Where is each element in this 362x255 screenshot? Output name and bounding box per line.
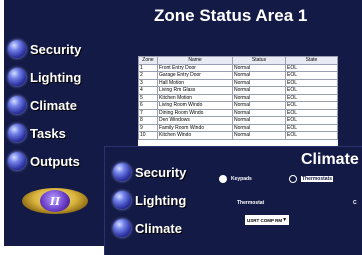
table-row[interactable]: 10 Kitchen Windo Normal EOL bbox=[138, 131, 338, 140]
chevron-down-icon: ▼ bbox=[282, 217, 288, 223]
orb-icon bbox=[113, 163, 131, 181]
table-cell: Normal bbox=[232, 101, 286, 110]
radio-keypads[interactable]: Keypads bbox=[219, 175, 252, 183]
table-cell: Normal bbox=[232, 131, 286, 140]
nav-label: Security bbox=[135, 164, 187, 180]
climate-title: Climate bbox=[301, 151, 359, 168]
nav-label: Tasks bbox=[30, 125, 66, 141]
logo-mark: II bbox=[40, 190, 70, 212]
orb-icon bbox=[8, 124, 26, 142]
column-header: Status bbox=[232, 56, 286, 65]
table-cell: Kitchen Windo bbox=[157, 131, 233, 140]
table-cell: Living Room Windo bbox=[157, 101, 233, 110]
table-row[interactable]: 5 Kitchen Motion Normal EOL bbox=[138, 93, 338, 102]
nav-label: Climate bbox=[30, 97, 77, 113]
nav-outputs[interactable]: Outputs bbox=[8, 150, 80, 172]
table-cell: EOL bbox=[285, 131, 338, 140]
orb-icon bbox=[8, 96, 26, 114]
table-cell: Normal bbox=[232, 78, 286, 87]
table-row[interactable]: 8 Den Windows Normal EOL bbox=[138, 116, 338, 125]
table-cell: Kitchen Motion bbox=[157, 93, 233, 102]
table-cell: 8 bbox=[138, 116, 158, 125]
table-cell: Normal bbox=[232, 63, 286, 72]
nav-climate[interactable]: Climate bbox=[8, 94, 77, 116]
table-row[interactable]: 3 Hall Motion Normal EOL bbox=[138, 78, 338, 87]
nav-security[interactable]: Security bbox=[113, 161, 186, 183]
nav-label: Outputs bbox=[30, 153, 80, 169]
table-cell: 1 bbox=[138, 63, 158, 72]
thermostat-select[interactable]: USRT COMP RM ▼ bbox=[245, 215, 289, 225]
table-cell: Family Room Windo bbox=[157, 123, 233, 132]
table-cell: Normal bbox=[232, 123, 286, 132]
table-row[interactable]: 1 Front Entry Door Normal EOL bbox=[138, 63, 338, 72]
table-row[interactable]: 9 Family Room Windo Normal EOL bbox=[138, 123, 338, 132]
nav-label: Climate bbox=[135, 220, 182, 236]
table-header-row: Zone Name Status State bbox=[138, 56, 338, 65]
select-value: USRT COMP RM bbox=[247, 217, 283, 223]
orb-icon bbox=[113, 219, 131, 237]
climate-window: Security Lighting Climate Climate Keypad… bbox=[104, 146, 362, 255]
table-cell: EOL bbox=[285, 123, 338, 132]
table-cell: EOL bbox=[285, 63, 338, 72]
table-row[interactable]: 4 Living Rm Glass Normal EOL bbox=[138, 86, 338, 95]
page-title: Zone Status Area 1 bbox=[154, 6, 308, 25]
table-row[interactable]: 7 Dining Room Windo Normal EOL bbox=[138, 108, 338, 117]
nav-security[interactable]: Security bbox=[8, 38, 81, 60]
table-cell: Living Rm Glass bbox=[157, 86, 233, 95]
table-cell: 2 bbox=[138, 71, 158, 80]
orb-icon bbox=[8, 68, 26, 86]
zone-status-table: Zone Name Status State 1 Front Entry Door… bbox=[138, 56, 338, 140]
table-cell: Normal bbox=[232, 108, 286, 117]
table-cell: 10 bbox=[138, 131, 158, 140]
orb-icon bbox=[8, 40, 26, 58]
table-cell: Garage Entry Door bbox=[157, 71, 233, 80]
table-row[interactable]: 2 Garage Entry Door Normal EOL bbox=[138, 71, 338, 80]
radio-icon bbox=[219, 175, 227, 183]
table-cell: EOL bbox=[285, 101, 338, 110]
nav-climate[interactable]: Climate bbox=[113, 217, 182, 239]
nav-lighting[interactable]: Lighting bbox=[113, 189, 186, 211]
orb-icon bbox=[113, 191, 131, 209]
zone-table: Zone Name Status State 1 Front Entry Door… bbox=[138, 56, 338, 150]
column-label: C bbox=[353, 200, 357, 206]
nav-lighting[interactable]: Lighting bbox=[8, 66, 81, 88]
table-cell: EOL bbox=[285, 86, 338, 95]
sidebar: Security Lighting Climate Tasks Outputs … bbox=[4, 0, 104, 246]
nav-tasks[interactable]: Tasks bbox=[8, 122, 66, 144]
table-cell: 6 bbox=[138, 101, 158, 110]
table-cell: Front Entry Door bbox=[157, 63, 233, 72]
table-cell: EOL bbox=[285, 108, 338, 117]
orb-icon bbox=[8, 152, 26, 170]
table-cell: Normal bbox=[232, 93, 286, 102]
table-row[interactable]: 6 Living Room Windo Normal EOL bbox=[138, 101, 338, 110]
table-cell: Normal bbox=[232, 86, 286, 95]
thermostat-label: Thermostat bbox=[237, 200, 265, 206]
table-cell: 5 bbox=[138, 93, 158, 102]
table-cell: 9 bbox=[138, 123, 158, 132]
nav-label: Lighting bbox=[30, 69, 82, 85]
table-cell: EOL bbox=[285, 116, 338, 125]
table-cell: Normal bbox=[232, 71, 286, 80]
nav-label: Security bbox=[30, 41, 82, 57]
table-cell: Normal bbox=[232, 116, 286, 125]
column-header: Zone bbox=[138, 56, 158, 65]
table-cell: Hall Motion bbox=[157, 78, 233, 87]
radio-label: Thermostats bbox=[301, 176, 334, 182]
table-cell: 4 bbox=[138, 86, 158, 95]
nav-label: Lighting bbox=[135, 192, 187, 208]
table-cell: EOL bbox=[285, 78, 338, 87]
table-cell: EOL bbox=[285, 71, 338, 80]
table-cell: Den Windows bbox=[157, 116, 233, 125]
radio-icon bbox=[289, 175, 297, 183]
column-header: Name bbox=[157, 56, 233, 65]
brand-logo: II bbox=[22, 188, 88, 214]
table-cell: Dining Room Windo bbox=[157, 108, 233, 117]
column-header: State bbox=[285, 56, 338, 65]
radio-label: Keypads bbox=[231, 176, 252, 182]
table-cell: 7 bbox=[138, 108, 158, 117]
radio-thermostats[interactable]: Thermostats bbox=[289, 175, 334, 183]
table-cell: 3 bbox=[138, 78, 158, 87]
table-cell: EOL bbox=[285, 93, 338, 102]
